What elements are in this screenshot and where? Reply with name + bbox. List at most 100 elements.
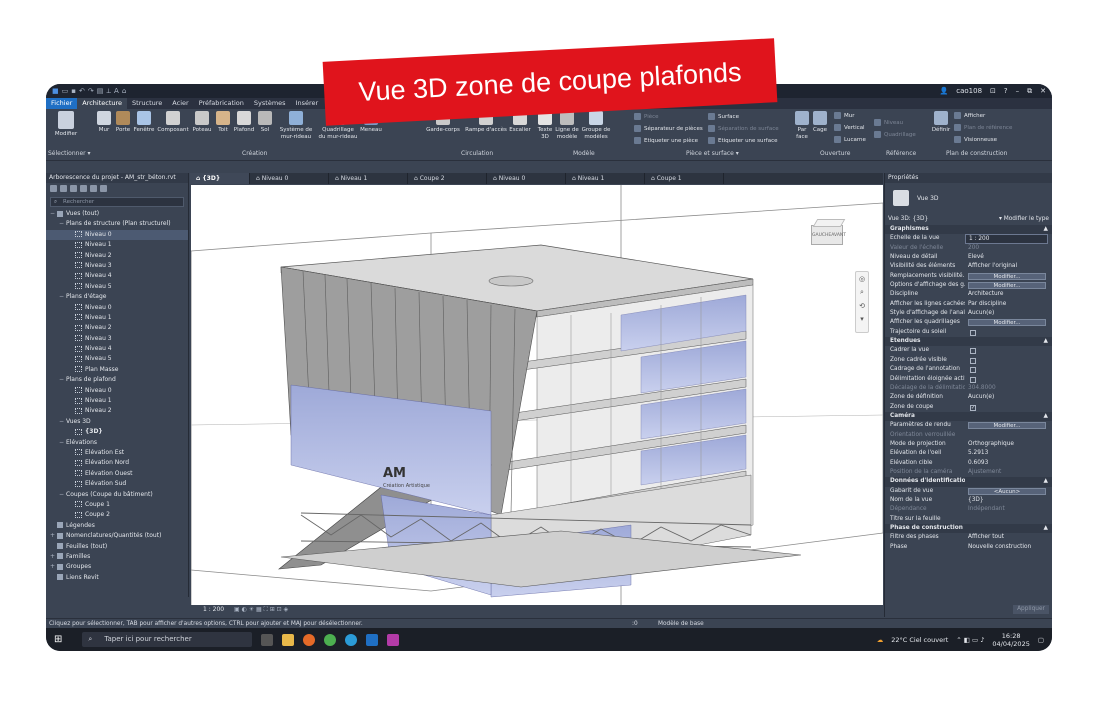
text-icon[interactable]: A — [114, 87, 119, 96]
separation-de-surface-button[interactable]: Séparation de surface — [708, 125, 779, 132]
browser-item-coupe-2[interactable]: Coupe 2 — [46, 510, 188, 520]
lucarne-button[interactable]: Lucarne — [834, 136, 866, 143]
3d-model-view[interactable]: AM Création Artistique — [191, 185, 883, 605]
browser-item-plan-masse[interactable]: Plan Masse — [46, 365, 188, 375]
clock-time[interactable]: 16:28 — [992, 632, 1029, 640]
chrome-icon[interactable] — [324, 633, 337, 646]
browser-item-niveau-0[interactable]: Niveau 0 — [46, 229, 188, 241]
browser-item-plans-de-structure-plan-structurel[interactable]: − Plans de structure (Plan structurel) — [46, 219, 188, 229]
print-icon[interactable]: ▤ — [97, 87, 104, 96]
browser-tool-icon[interactable] — [100, 185, 107, 192]
prop-section-camera[interactable]: Caméra ▲ — [885, 411, 1052, 422]
roof-opening[interactable] — [488, 275, 534, 287]
browser-item-niveau-2[interactable]: Niveau 2 — [46, 251, 188, 261]
viewcube[interactable]: GAUCHE AVANT — [807, 215, 847, 255]
groupe-de-modeles-button[interactable]: Groupe de modèles — [580, 111, 612, 141]
explorer-icon[interactable] — [282, 633, 295, 646]
windows-start-icon[interactable]: ⊞ — [54, 634, 62, 645]
view-tab-3d-0[interactable]: ⌂ {3D} — [190, 173, 250, 184]
view-tab-niveau-1-5[interactable]: ⌂ Niveau 1 — [566, 173, 645, 184]
weather-text[interactable]: 22°C Ciel couvert — [891, 636, 948, 644]
browser-item-legendes[interactable]: Légendes — [46, 521, 188, 531]
view-tab-niveau-0-1[interactable]: ⌂ Niveau 0 — [250, 173, 329, 184]
tab-inserer[interactable]: Insérer — [291, 98, 324, 109]
prop-edit-button[interactable]: Modifier... — [968, 272, 1046, 280]
room-panel-label[interactable]: Pièce et surface ▾ — [686, 150, 739, 157]
expand-icon[interactable]: + — [50, 562, 57, 572]
browser-item-niveau-3[interactable]: Niveau 3 — [46, 261, 188, 271]
task-view-icon[interactable] — [261, 633, 274, 646]
modify-button[interactable]: Modifier — [52, 111, 80, 138]
prop-value[interactable]: Nouvelle construction — [965, 543, 1052, 552]
steering-wheel-icon[interactable]: ◎ — [859, 275, 865, 283]
expand-icon[interactable]: + — [50, 531, 57, 541]
help-button[interactable]: ? — [1004, 87, 1008, 95]
browser-item-niveau-5[interactable]: Niveau 5 — [46, 354, 188, 364]
app-icon[interactable]: ■ — [52, 87, 59, 96]
browser-item-vues-3d[interactable]: − Vues 3D — [46, 417, 188, 427]
visionneuse-button[interactable]: Visionneuse — [954, 136, 997, 143]
collapse-icon[interactable]: ▲ — [965, 225, 1052, 234]
view-tab-niveau-1-2[interactable]: ⌂ Niveau 1 — [329, 173, 408, 184]
zoom-icon[interactable]: ⌕ — [860, 288, 864, 297]
browser-item-liens-revit[interactable]: Liens Revit — [46, 573, 188, 583]
collapse-icon[interactable]: ▲ — [965, 412, 1052, 421]
browser-item-plans-d-etage[interactable]: − Plans d'étage — [46, 292, 188, 302]
afficher-button[interactable]: Afficher — [954, 112, 985, 119]
instance-selector-value[interactable]: Vue 3D: {3D} — [888, 216, 928, 222]
revit-icon[interactable] — [366, 633, 379, 646]
texte-3d-button[interactable]: Texte 3D — [536, 111, 554, 141]
collapse-icon[interactable]: − — [50, 209, 57, 219]
tray-icons[interactable]: ⌃ ◧ ▭ ♪ — [956, 636, 984, 644]
apply-button[interactable]: Appliquer — [1013, 605, 1049, 614]
browser-item-niveau-2[interactable]: Niveau 2 — [46, 323, 188, 333]
type-selector[interactable]: Vue 3D — [885, 183, 1052, 213]
save-icon[interactable]: ▪ — [71, 87, 76, 96]
taskbar-search-input[interactable]: ⌕ Taper ici pour rechercher — [82, 632, 253, 647]
minimize-button[interactable]: – — [1016, 87, 1020, 95]
tab-systemes[interactable]: Systèmes — [249, 98, 291, 109]
browser-item-niveau-4[interactable]: Niveau 4 — [46, 271, 188, 281]
browser-item-niveau-1[interactable]: Niveau 1 — [46, 396, 188, 406]
collapse-icon[interactable]: ▲ — [965, 524, 1052, 533]
prop-edit-button[interactable]: Modifier... — [968, 319, 1046, 327]
porte-button[interactable]: Porte — [114, 111, 132, 134]
browser-item-plans-de-plafond[interactable]: − Plans de plafond — [46, 375, 188, 385]
prop-checkbox[interactable] — [970, 357, 976, 364]
sol-button[interactable]: Sol — [256, 111, 274, 134]
tab-fichier[interactable]: Fichier — [46, 98, 78, 109]
edit-type-button[interactable]: ▾ Modifier le type — [999, 216, 1049, 222]
toit-button[interactable]: Toit — [214, 111, 232, 134]
nav-menu-icon[interactable]: ▾ — [860, 315, 864, 323]
browser-tool-icon[interactable] — [90, 185, 97, 192]
expand-icon[interactable]: + — [50, 552, 57, 562]
browser-item-feuilles-tout[interactable]: Feuilles (tout) — [46, 542, 188, 552]
instance-selector[interactable]: Vue 3D: {3D} ▾ Modifier le type — [885, 213, 1052, 225]
prop-checkbox[interactable] — [970, 348, 976, 355]
plan-de-reference-button[interactable]: Plan de référence — [954, 124, 1012, 131]
view-controls-icons[interactable]: ▣ ◐ ☀ ▦ ⛶ ⊞ ⊡ ◈ — [234, 606, 288, 613]
prop-checkbox[interactable] — [970, 376, 976, 383]
prop-value[interactable]: 1 : 200 — [965, 234, 1048, 244]
collapse-icon[interactable]: − — [59, 490, 66, 500]
prop-value[interactable]: {3D} — [965, 496, 1052, 505]
undo-icon[interactable]: ↶ — [79, 87, 85, 96]
browser-item-nomenclatures-quantites-tout[interactable]: + Nomenclatures/Quantités (tout) — [46, 531, 188, 541]
viewcube-front-face[interactable]: AVANT — [831, 233, 846, 238]
collapse-icon[interactable]: − — [59, 292, 66, 302]
browser-tool-icon[interactable] — [60, 185, 67, 192]
collapse-icon[interactable]: ▲ — [965, 477, 1052, 486]
browser-item-elevations[interactable]: − Elévations — [46, 438, 188, 448]
close-button[interactable]: ✕ — [1040, 87, 1046, 95]
view-tab-coupe-2-3[interactable]: ⌂ Coupe 2 — [408, 173, 487, 184]
vertical-button[interactable]: Vertical — [834, 124, 865, 131]
prop-edit-button[interactable]: Modifier... — [968, 282, 1046, 290]
browser-item-elevation-nord[interactable]: Elévation Nord — [46, 458, 188, 468]
select-panel-label[interactable]: Sélectionner ▾ — [48, 150, 91, 157]
prop-value[interactable]: 5.2913 — [965, 449, 1052, 458]
prop-value[interactable]: Par discipline — [965, 300, 1052, 309]
surface-button[interactable]: Surface — [708, 113, 739, 120]
browser-item-elevation-est[interactable]: Elévation Est — [46, 448, 188, 458]
browser-tool-icon[interactable] — [70, 185, 77, 192]
mur-button[interactable]: Mur — [834, 112, 855, 119]
